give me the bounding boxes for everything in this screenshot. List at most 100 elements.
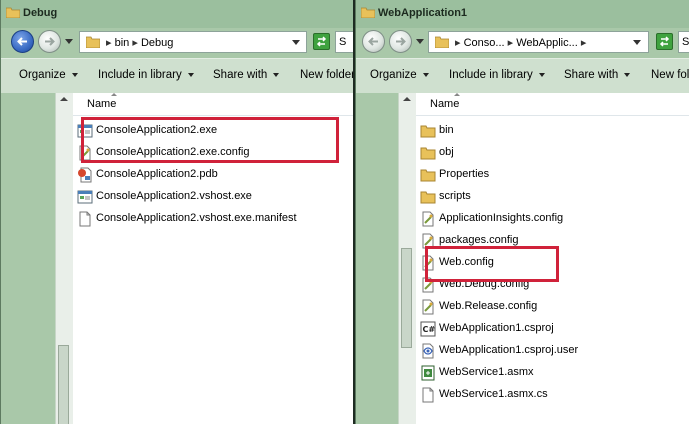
breadcrumb-item[interactable]: Debug bbox=[141, 37, 173, 49]
file-name: WebApplication1.csproj bbox=[439, 322, 554, 334]
file-name: ApplicationInsights.config bbox=[439, 212, 564, 224]
navigation-pane[interactable] bbox=[1, 93, 55, 424]
file-list: Name ConsoleApplication2.exe ConsoleAppl… bbox=[73, 93, 353, 424]
title-bar[interactable]: Debug bbox=[1, 0, 353, 29]
new-folder-button[interactable]: New folder bbox=[300, 69, 353, 81]
file-name: obj bbox=[439, 146, 454, 158]
sort-indicator-icon bbox=[111, 93, 117, 96]
navigation-pane[interactable] bbox=[356, 93, 398, 424]
navigation-pane-scrollbar[interactable] bbox=[55, 93, 73, 424]
recent-pages-dropdown-icon[interactable] bbox=[416, 39, 424, 45]
forward-arrow-icon bbox=[45, 37, 55, 46]
refresh-icon bbox=[659, 36, 670, 47]
share-with-menu[interactable]: Share with bbox=[213, 69, 280, 81]
chevron-down-icon bbox=[422, 72, 429, 77]
file-name: scripts bbox=[439, 190, 471, 202]
refresh-icon bbox=[316, 36, 327, 47]
navigation-bar: ▸ Conso... ▸ WebApplic... ▸ S bbox=[356, 28, 689, 58]
share-with-label: Share with bbox=[213, 69, 268, 81]
scroll-thumb[interactable] bbox=[401, 248, 412, 348]
refresh-button[interactable] bbox=[656, 33, 673, 50]
chevron-down-icon bbox=[273, 72, 280, 77]
include-in-library-label: Include in library bbox=[449, 69, 533, 81]
address-dropdown-icon[interactable] bbox=[292, 40, 300, 45]
back-button[interactable] bbox=[11, 30, 34, 53]
scroll-up-arrow-icon[interactable] bbox=[60, 97, 68, 101]
new-folder-button[interactable]: New folder bbox=[651, 69, 689, 81]
folder-icon bbox=[420, 169, 436, 182]
search-input[interactable]: S bbox=[678, 31, 689, 53]
sort-indicator-icon bbox=[454, 93, 460, 96]
column-header-name[interactable]: Name bbox=[416, 93, 689, 116]
file-name: ConsoleApplication2.vshost.exe.manifest bbox=[96, 212, 297, 224]
back-arrow-icon bbox=[368, 37, 378, 46]
recent-pages-dropdown-icon[interactable] bbox=[65, 39, 73, 45]
breadcrumb-item[interactable]: WebApplic... bbox=[516, 37, 578, 49]
file-name: bin bbox=[439, 124, 454, 136]
window-title: WebApplication1 bbox=[378, 7, 468, 19]
folder-icon bbox=[420, 147, 436, 160]
asmx-icon bbox=[421, 365, 435, 381]
scroll-up-arrow-icon[interactable] bbox=[403, 97, 411, 101]
file-icon bbox=[79, 211, 91, 227]
exe-icon bbox=[77, 190, 93, 204]
file-name: ConsoleApplication2.pdb bbox=[96, 168, 218, 180]
folder-icon bbox=[420, 125, 436, 138]
file-list: Name bin obj Properties scripts Applicat… bbox=[416, 93, 689, 424]
folder-icon bbox=[435, 36, 449, 48]
column-header-label: Name bbox=[430, 98, 460, 110]
address-dropdown-icon[interactable] bbox=[633, 40, 641, 45]
highlight-box bbox=[81, 117, 339, 163]
config-file-icon bbox=[422, 211, 434, 227]
file-name: WebService1.asmx bbox=[439, 366, 534, 378]
breadcrumb: ▸ bin ▸ Debug bbox=[106, 37, 174, 49]
pdb-icon bbox=[78, 167, 92, 183]
file-icon bbox=[422, 387, 434, 403]
file-name: WebApplication1.csproj.user bbox=[439, 344, 579, 356]
organize-label: Organize bbox=[19, 69, 66, 81]
breadcrumb: ▸ Conso... ▸ WebApplic... ▸ bbox=[455, 37, 587, 49]
command-toolbar: Organize Include in library Share with N… bbox=[1, 58, 353, 94]
back-button[interactable] bbox=[362, 30, 385, 53]
share-with-menu[interactable]: Share with bbox=[564, 69, 631, 81]
scroll-thumb[interactable] bbox=[58, 345, 69, 424]
chevron-down-icon bbox=[624, 72, 631, 77]
address-bar[interactable]: ▸ Conso... ▸ WebApplic... ▸ bbox=[428, 31, 649, 53]
include-in-library-label: Include in library bbox=[98, 69, 182, 81]
chevron-down-icon bbox=[71, 72, 78, 77]
forward-button[interactable] bbox=[38, 30, 61, 53]
folder-icon bbox=[420, 191, 436, 204]
svg-text:C#: C# bbox=[423, 325, 436, 334]
back-arrow-icon bbox=[17, 37, 27, 46]
share-with-label: Share with bbox=[564, 69, 619, 81]
navigation-pane-scrollbar[interactable] bbox=[398, 93, 416, 424]
navigation-bar: ▸ bin ▸ Debug S bbox=[1, 28, 353, 58]
command-toolbar: Organize Include in library Share with N… bbox=[356, 58, 689, 94]
folder-icon bbox=[86, 36, 100, 48]
explorer-window-debug: Debug ▸ bin ▸ Debug S Organize Include i… bbox=[0, 0, 353, 424]
file-name: Web.Release.config bbox=[439, 300, 538, 312]
organize-menu[interactable]: Organize bbox=[370, 69, 429, 81]
column-header-name[interactable]: Name bbox=[73, 93, 353, 116]
address-bar[interactable]: ▸ bin ▸ Debug bbox=[79, 31, 307, 53]
folder-icon bbox=[6, 7, 20, 18]
breadcrumb-item[interactable]: Conso... bbox=[464, 37, 505, 49]
csharp-project-icon: C# bbox=[420, 321, 436, 337]
file-name: WebService1.asmx.cs bbox=[439, 388, 548, 400]
include-in-library-menu[interactable]: Include in library bbox=[98, 69, 194, 81]
forward-button[interactable] bbox=[389, 30, 412, 53]
organize-menu[interactable]: Organize bbox=[19, 69, 78, 81]
column-header-label: Name bbox=[87, 98, 117, 110]
highlight-box bbox=[425, 246, 559, 282]
chevron-down-icon bbox=[538, 72, 545, 77]
chevron-down-icon bbox=[187, 72, 194, 77]
include-in-library-menu[interactable]: Include in library bbox=[449, 69, 545, 81]
breadcrumb-item[interactable]: bin bbox=[115, 37, 130, 49]
file-name: packages.config bbox=[439, 234, 519, 246]
forward-arrow-icon bbox=[396, 37, 406, 46]
refresh-button[interactable] bbox=[313, 33, 330, 50]
search-input[interactable]: S bbox=[335, 31, 353, 53]
explorer-window-webapplication1: WebApplication1 ▸ Conso... ▸ WebApplic..… bbox=[355, 0, 689, 424]
title-bar[interactable]: WebApplication1 bbox=[356, 0, 689, 29]
file-name: ConsoleApplication2.vshost.exe bbox=[96, 190, 252, 202]
